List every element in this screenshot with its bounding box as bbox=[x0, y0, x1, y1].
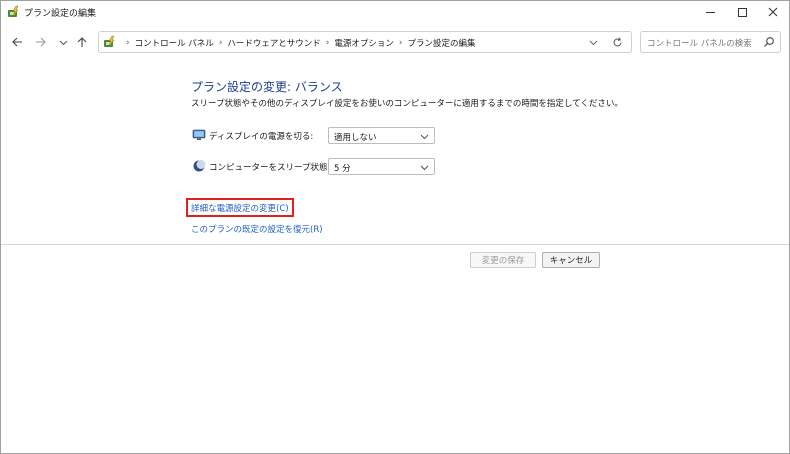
display-off-label: ディスプレイの電源を切る: bbox=[209, 132, 314, 142]
monitor-icon bbox=[192, 129, 206, 140]
title-bar: プラン設定の編集 bbox=[1, 1, 789, 23]
chevron-down-icon bbox=[59, 40, 67, 45]
sleep-select[interactable]: 5 分 bbox=[328, 158, 435, 175]
minimize-button[interactable] bbox=[695, 1, 725, 23]
window-title: プラン設定の編集 bbox=[24, 9, 97, 19]
divider bbox=[1, 244, 789, 245]
close-icon bbox=[768, 7, 778, 17]
back-button[interactable] bbox=[9, 34, 25, 50]
forward-button[interactable] bbox=[33, 34, 49, 50]
navigation-bar: › コントロール パネル › ハードウェアとサウンド › 電源オプション › プ… bbox=[1, 29, 789, 55]
address-bar[interactable]: › コントロール パネル › ハードウェアとサウンド › 電源オプション › プ… bbox=[98, 31, 632, 53]
breadcrumb-control-panel[interactable]: コントロール パネル bbox=[135, 37, 214, 49]
sleep-value: 5 分 bbox=[334, 164, 351, 174]
breadcrumb-separator: › bbox=[126, 38, 130, 48]
recent-locations-button[interactable] bbox=[55, 34, 71, 50]
search-icon bbox=[764, 37, 774, 47]
chevron-down-icon bbox=[589, 40, 597, 45]
power-options-icon bbox=[104, 35, 115, 47]
breadcrumb-separator[interactable]: › bbox=[219, 38, 223, 48]
window: プラン設定の編集 › コントロール パネル › ハードウェアとサウンド › 電源… bbox=[0, 0, 790, 454]
search-placeholder: コントロール パネルの検索 bbox=[647, 39, 752, 49]
up-button[interactable] bbox=[74, 34, 90, 50]
breadcrumb-edit-plan[interactable]: プラン設定の編集 bbox=[408, 37, 476, 49]
refresh-button[interactable] bbox=[610, 35, 624, 49]
cancel-button[interactable]: キャンセル bbox=[542, 252, 600, 268]
breadcrumb: › コントロール パネル › ハードウェアとサウンド › 電源オプション › プ… bbox=[121, 37, 476, 49]
chevron-down-icon bbox=[420, 134, 429, 140]
close-button[interactable] bbox=[758, 1, 788, 23]
power-options-icon bbox=[8, 5, 19, 17]
breadcrumb-separator[interactable]: › bbox=[399, 38, 403, 48]
save-changes-button[interactable]: 変更の保存 bbox=[470, 252, 536, 268]
moon-icon bbox=[193, 160, 206, 172]
forward-arrow-icon bbox=[36, 37, 46, 47]
restore-defaults-link[interactable]: このプランの既定の設定を復元(R) bbox=[191, 223, 323, 235]
minimize-icon bbox=[705, 11, 715, 13]
page-description: スリープ状態やその他のディスプレイ設定をお使いのコンピューターに適用するまでの時… bbox=[191, 99, 623, 109]
maximize-icon bbox=[737, 7, 747, 17]
advanced-power-settings-link[interactable]: 詳細な電源設定の変更(C) bbox=[191, 202, 289, 214]
breadcrumb-power-options[interactable]: 電源オプション bbox=[334, 37, 394, 49]
page-title: プラン設定の変更: バランス bbox=[191, 80, 343, 94]
refresh-icon bbox=[613, 37, 621, 46]
display-off-value: 適用しない bbox=[334, 133, 377, 143]
up-arrow-icon bbox=[77, 37, 87, 47]
maximize-button[interactable] bbox=[727, 1, 757, 23]
breadcrumb-separator[interactable]: › bbox=[326, 38, 330, 48]
breadcrumb-hardware-sound[interactable]: ハードウェアとサウンド bbox=[227, 37, 320, 49]
search-input[interactable]: コントロール パネルの検索 bbox=[640, 31, 781, 53]
chevron-down-icon bbox=[420, 165, 429, 171]
back-arrow-icon bbox=[12, 37, 22, 47]
address-history-button[interactable] bbox=[586, 35, 600, 49]
display-off-select[interactable]: 適用しない bbox=[328, 127, 435, 144]
